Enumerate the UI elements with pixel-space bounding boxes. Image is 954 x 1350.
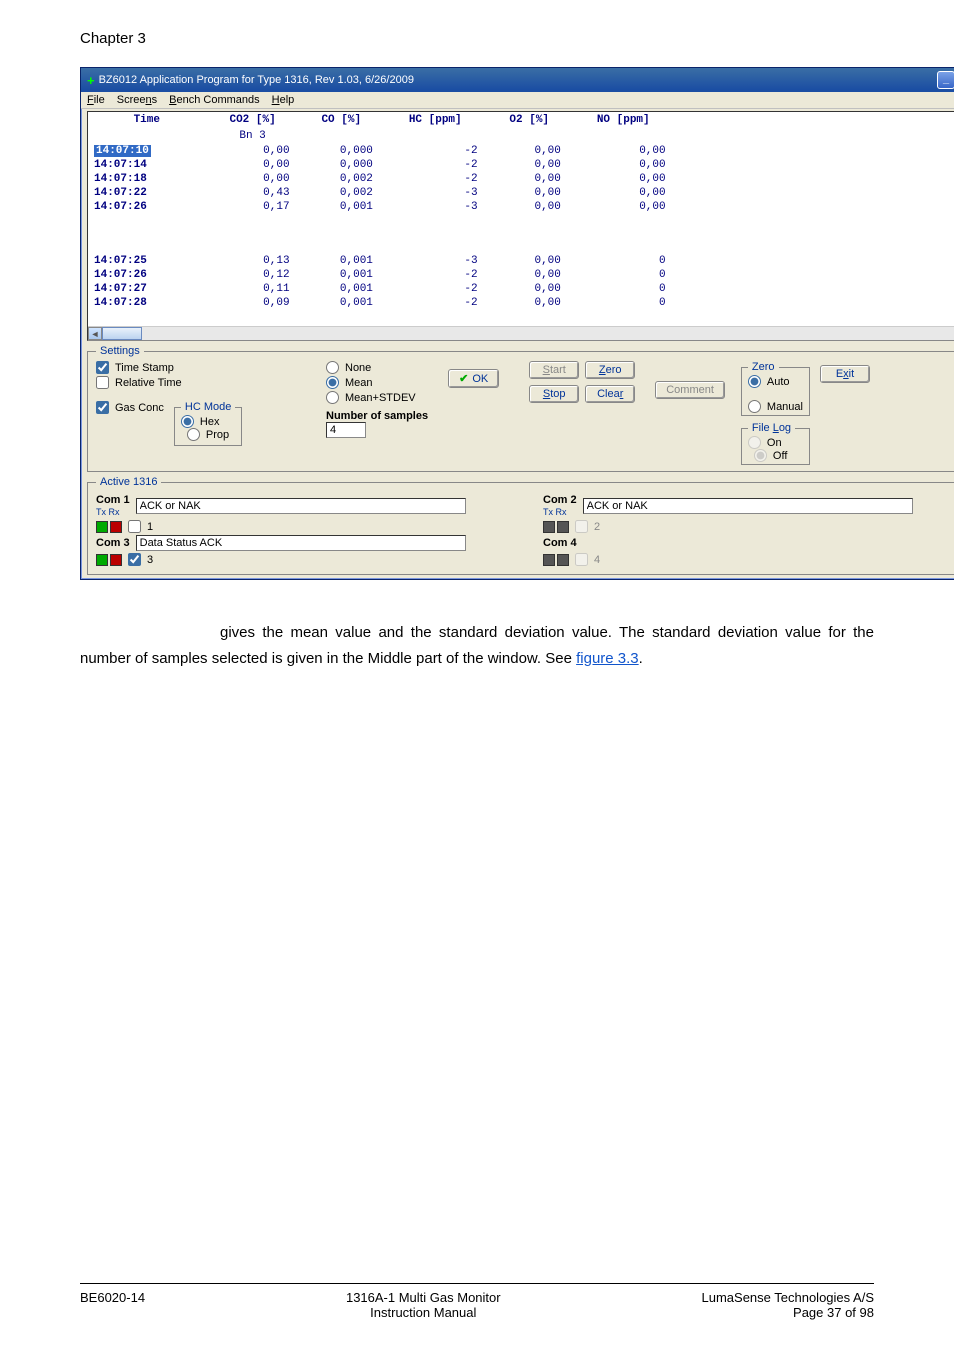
hc-hex-radio[interactable]: Hex bbox=[181, 415, 235, 428]
settings-legend: Settings bbox=[96, 345, 144, 357]
body-paragraph: gives the mean value and the standard de… bbox=[80, 620, 874, 671]
com1-label: Com 1 bbox=[96, 494, 130, 506]
footer-right1: LumaSense Technologies A/S bbox=[702, 1290, 875, 1305]
footer-right2: Page 37 of 98 bbox=[702, 1305, 875, 1320]
com4-leds bbox=[543, 554, 569, 566]
com2-enable[interactable]: 2 bbox=[575, 520, 600, 533]
footer-mid1: 1316A-1 Multi Gas Monitor bbox=[346, 1290, 501, 1305]
menubar: File Screens Bench Commands Help bbox=[81, 92, 954, 109]
table-row: 14:07:140,000,000-20,000,00 bbox=[88, 158, 676, 172]
menu-screens[interactable]: Screens bbox=[117, 94, 157, 106]
gas-conc-checkbox[interactable]: Gas Conc bbox=[96, 401, 164, 414]
figure-link[interactable]: figure 3.3 bbox=[576, 650, 639, 667]
header-o2: O2 [%] bbox=[488, 112, 571, 128]
hc-prop-radio[interactable]: Prop bbox=[187, 428, 235, 441]
table-row: 14:07:220,430,002-30,000,00 bbox=[88, 186, 676, 200]
filelog-legend: File Log bbox=[748, 422, 795, 434]
mean-stdev-radio[interactable]: Mean+STDEV bbox=[326, 391, 428, 404]
header-co: CO [%] bbox=[300, 112, 383, 128]
txrx-label-1: Tx Rx bbox=[96, 507, 120, 517]
filelog-off-radio[interactable]: Off bbox=[754, 449, 803, 462]
header-time: Time bbox=[88, 112, 206, 128]
stop-button[interactable]: Stop bbox=[529, 385, 579, 403]
footer-left: BE6020-14 bbox=[80, 1290, 145, 1320]
com2-ack-input[interactable] bbox=[583, 498, 913, 514]
com2-leds bbox=[543, 521, 569, 533]
titlebar: + BZ6012 Application Program for Type 13… bbox=[81, 68, 954, 92]
data-grid: Time CO2 [%] CO [%] HC [ppm] O2 [%] NO [… bbox=[87, 111, 954, 341]
com1-ack-input[interactable] bbox=[136, 498, 466, 514]
ok-button[interactable]: OK bbox=[448, 369, 499, 388]
clear-button[interactable]: Clear bbox=[585, 385, 635, 403]
numsamples-label: Number of samples bbox=[326, 410, 428, 422]
zero-auto-radio[interactable]: Auto bbox=[748, 375, 803, 388]
footer-mid2: Instruction Manual bbox=[346, 1305, 501, 1320]
comment-button[interactable]: Comment bbox=[655, 381, 725, 399]
settings-fieldset: Settings Time Stamp Relative Time Gas Co… bbox=[87, 345, 954, 472]
active1316-fieldset: Active 1316 Com 1 Tx Rx Com 2 Tx Rx bbox=[87, 476, 954, 575]
hc-mode-legend: HC Mode bbox=[181, 401, 235, 413]
com1-leds bbox=[96, 521, 122, 533]
window-title: BZ6012 Application Program for Type 1316… bbox=[99, 74, 414, 86]
header-no: NO [ppm] bbox=[571, 112, 676, 128]
com3-data-input[interactable] bbox=[136, 535, 466, 551]
table-row: 14:07:100,000,000-20,000,00 bbox=[88, 144, 676, 158]
com3-leds bbox=[96, 554, 122, 566]
mean-none-radio[interactable]: None bbox=[326, 361, 428, 374]
header-co2-sub: Bn 3 bbox=[206, 128, 300, 144]
app-window: + BZ6012 Application Program for Type 13… bbox=[80, 67, 954, 580]
table-row: 14:07:260,120,001-20,000 bbox=[88, 268, 676, 282]
com3-enable[interactable]: 3 bbox=[128, 553, 153, 566]
mean-mean-radio[interactable]: Mean bbox=[326, 376, 428, 389]
com1-enable[interactable]: 1 bbox=[128, 520, 153, 533]
filelog-on-radio[interactable]: On bbox=[748, 436, 803, 449]
menu-help[interactable]: Help bbox=[272, 94, 295, 106]
chapter-label: Chapter 3 bbox=[80, 30, 874, 47]
zero-button[interactable]: Zero bbox=[585, 361, 635, 379]
horizontal-scrollbar[interactable]: ◄ ► bbox=[88, 326, 954, 340]
com2-label: Com 2 bbox=[543, 494, 577, 506]
active1316-legend: Active 1316 bbox=[96, 476, 161, 488]
com3-label: Com 3 bbox=[96, 537, 130, 549]
table-row: 14:07:250,130,001-30,000 bbox=[88, 254, 676, 268]
table-row: 14:07:280,090,001-20,000 bbox=[88, 296, 676, 310]
time-stamp-checkbox[interactable]: Time Stamp bbox=[96, 361, 256, 374]
table-row: 14:07:260,170,001-30,000,00 bbox=[88, 200, 676, 214]
start-button[interactable]: Start bbox=[529, 361, 579, 379]
numsamples-input[interactable] bbox=[326, 422, 366, 438]
exit-button[interactable]: Exit bbox=[820, 365, 870, 383]
com4-label: Com 4 bbox=[543, 537, 577, 549]
txrx-label-2: Tx Rx bbox=[543, 507, 567, 517]
com4-enable[interactable]: 4 bbox=[575, 553, 600, 566]
table-row: 14:07:270,110,001-20,000 bbox=[88, 282, 676, 296]
table-row: 14:07:180,000,002-20,000,00 bbox=[88, 172, 676, 186]
minimize-button[interactable]: _ bbox=[937, 71, 954, 89]
titlebar-icon: + bbox=[87, 73, 95, 88]
page-footer: BE6020-14 1316A-1 Multi Gas Monitor Inst… bbox=[80, 1283, 874, 1320]
relative-time-checkbox[interactable]: Relative Time bbox=[96, 376, 256, 389]
header-co2: CO2 [%] bbox=[206, 112, 300, 128]
menu-file[interactable]: File bbox=[87, 94, 105, 106]
header-hc: HC [ppm] bbox=[383, 112, 488, 128]
zero-manual-radio[interactable]: Manual bbox=[748, 400, 803, 413]
menu-bench[interactable]: Bench Commands bbox=[169, 94, 260, 106]
scroll-left-icon[interactable]: ◄ bbox=[88, 327, 102, 340]
scroll-thumb[interactable] bbox=[102, 327, 142, 340]
zero-legend: Zero bbox=[748, 361, 779, 373]
